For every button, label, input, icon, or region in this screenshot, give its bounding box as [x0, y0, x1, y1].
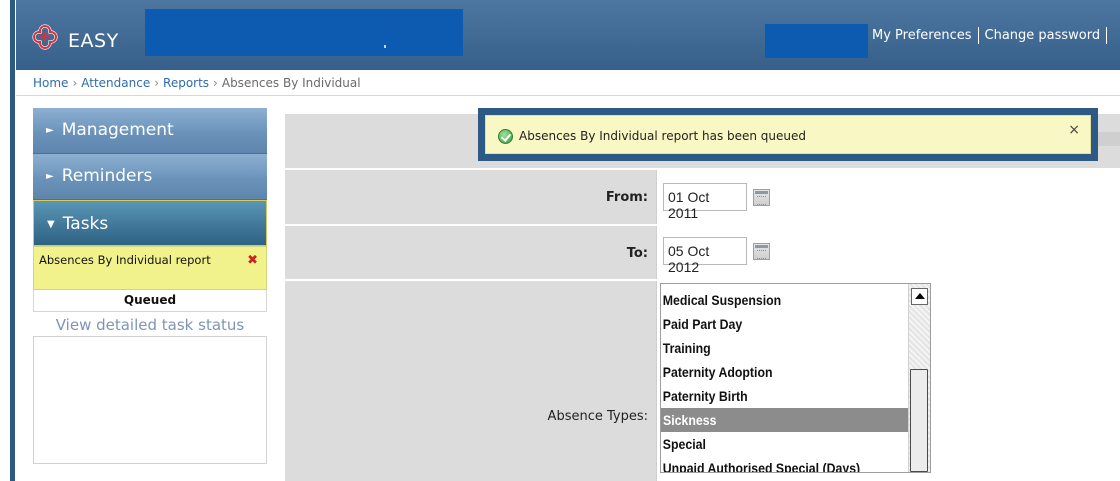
view-task-status-link[interactable]: View detailed task status [33, 312, 267, 336]
red-x-icon[interactable]: ✖ [247, 253, 258, 268]
list-item[interactable]: Training [661, 336, 907, 360]
list-item[interactable]: Unpaid Authorised Special (Days) [661, 456, 907, 472]
my-preferences-link[interactable]: My Preferences [872, 28, 972, 43]
triangle-down-icon: ▼ [47, 219, 55, 230]
absence-types-listbox[interactable]: Medical Suspension Paid Part Day Trainin… [660, 283, 931, 473]
absence-types-label: Absence Types: [547, 409, 648, 424]
calendar-icon[interactable] [753, 189, 770, 206]
notification-banner: Absences By Individual report has been q… [478, 108, 1098, 161]
breadcrumb-separator: › [154, 76, 160, 90]
window-left-edge [0, 0, 16, 481]
task-status: Queued [33, 290, 267, 312]
sidebar-section-label: Reminders [61, 166, 153, 186]
from-date-input[interactable]: 01 Oct 2011 [663, 183, 747, 221]
redacted-block [765, 24, 868, 58]
breadcrumb-reports[interactable]: Reports [163, 76, 209, 90]
list-item[interactable]: Paternity Adoption [661, 360, 907, 384]
notification-body: Absences By Individual report has been q… [485, 115, 1091, 154]
to-row: To: 05 Oct 2012 [285, 226, 1120, 280]
list-item[interactable]: Special [661, 432, 907, 456]
breadcrumb-current: Absences By Individual [221, 76, 361, 90]
sidebar-section-reminders[interactable]: ► Reminders [33, 154, 267, 200]
app-header: EASY My Preferences Change password [16, 0, 1120, 70]
listbox-scrollbar[interactable] [908, 284, 930, 472]
absence-types-value-cell: Medical Suspension Paid Part Day Trainin… [656, 281, 1120, 481]
link-separator [977, 27, 979, 44]
breadcrumb-separator: › [213, 76, 218, 90]
to-value-cell: 05 Oct 2012 [656, 226, 1120, 279]
scrollbar-thumb[interactable] [910, 369, 928, 472]
absence-types-label-cell: Absence Types: [285, 281, 656, 481]
to-date-input[interactable]: 05 Oct 2012 [663, 237, 747, 275]
scroll-up-arrow-icon[interactable] [911, 288, 928, 305]
sidebar-section-management[interactable]: ► Management [33, 108, 267, 154]
calendar-icon[interactable] [753, 243, 770, 260]
to-label: To: [626, 246, 648, 261]
breadcrumb: Home › Attendance › Reports › Absences By Indi… [16, 70, 1120, 96]
breadcrumb-home[interactable]: Home [33, 76, 68, 90]
list-item[interactable]: Paternity Birth [661, 384, 907, 408]
from-value-cell: 01 Oct 2011 [656, 170, 1120, 224]
sidebar-section-label: Tasks [62, 214, 109, 234]
from-label: From: [605, 190, 648, 205]
sidebar: ► Management ► Reminders ▼ Tasks Absences B… [33, 108, 267, 481]
triangle-right-icon: ► [46, 125, 54, 136]
selected-item-label: Sickness [663, 412, 717, 428]
task-name: Absences By Individual report [39, 253, 211, 267]
window-border [10, 0, 15, 481]
triangle-right-icon: ► [46, 171, 54, 182]
list-item[interactable]: Medical Suspension [661, 288, 907, 312]
notification-tail [1098, 132, 1120, 146]
ribbon-knot-logo-icon[interactable] [32, 24, 58, 50]
change-password-link[interactable]: Change password [985, 28, 1101, 43]
task-item: Absences By Individual report ✖ [33, 246, 267, 290]
sidebar-section-label: Management [61, 120, 174, 140]
from-row: From: 01 Oct 2011 [285, 170, 1120, 225]
header-links: My Preferences Change password [872, 27, 1108, 44]
app-logo-text: EASY [68, 30, 119, 52]
list-item-selected[interactable]: Sickness [661, 408, 908, 432]
redacted-block [145, 9, 463, 56]
breadcrumb-attendance[interactable]: Attendance [81, 76, 150, 90]
redaction-artifact [384, 45, 386, 48]
page: EASY My Preferences Change password Home… [0, 0, 1120, 481]
breadcrumb-separator: › [72, 76, 78, 90]
sidebar-empty-panel [33, 336, 267, 464]
notification-message: Absences By Individual report has been q… [519, 129, 807, 143]
sidebar-section-tasks[interactable]: ▼ Tasks [33, 200, 267, 246]
report-form: From: 01 Oct 2011 To: 05 Oct 2012 Absenc… [285, 114, 1120, 481]
close-icon[interactable]: × [1068, 122, 1080, 138]
absence-types-row: Absence Types: Medical Suspension Paid P… [285, 281, 1120, 481]
absence-types-options: Medical Suspension Paid Part Day Trainin… [661, 288, 908, 472]
list-item[interactable]: Paid Part Day [661, 312, 907, 336]
check-circle-icon [498, 129, 513, 144]
link-separator [1106, 27, 1108, 44]
